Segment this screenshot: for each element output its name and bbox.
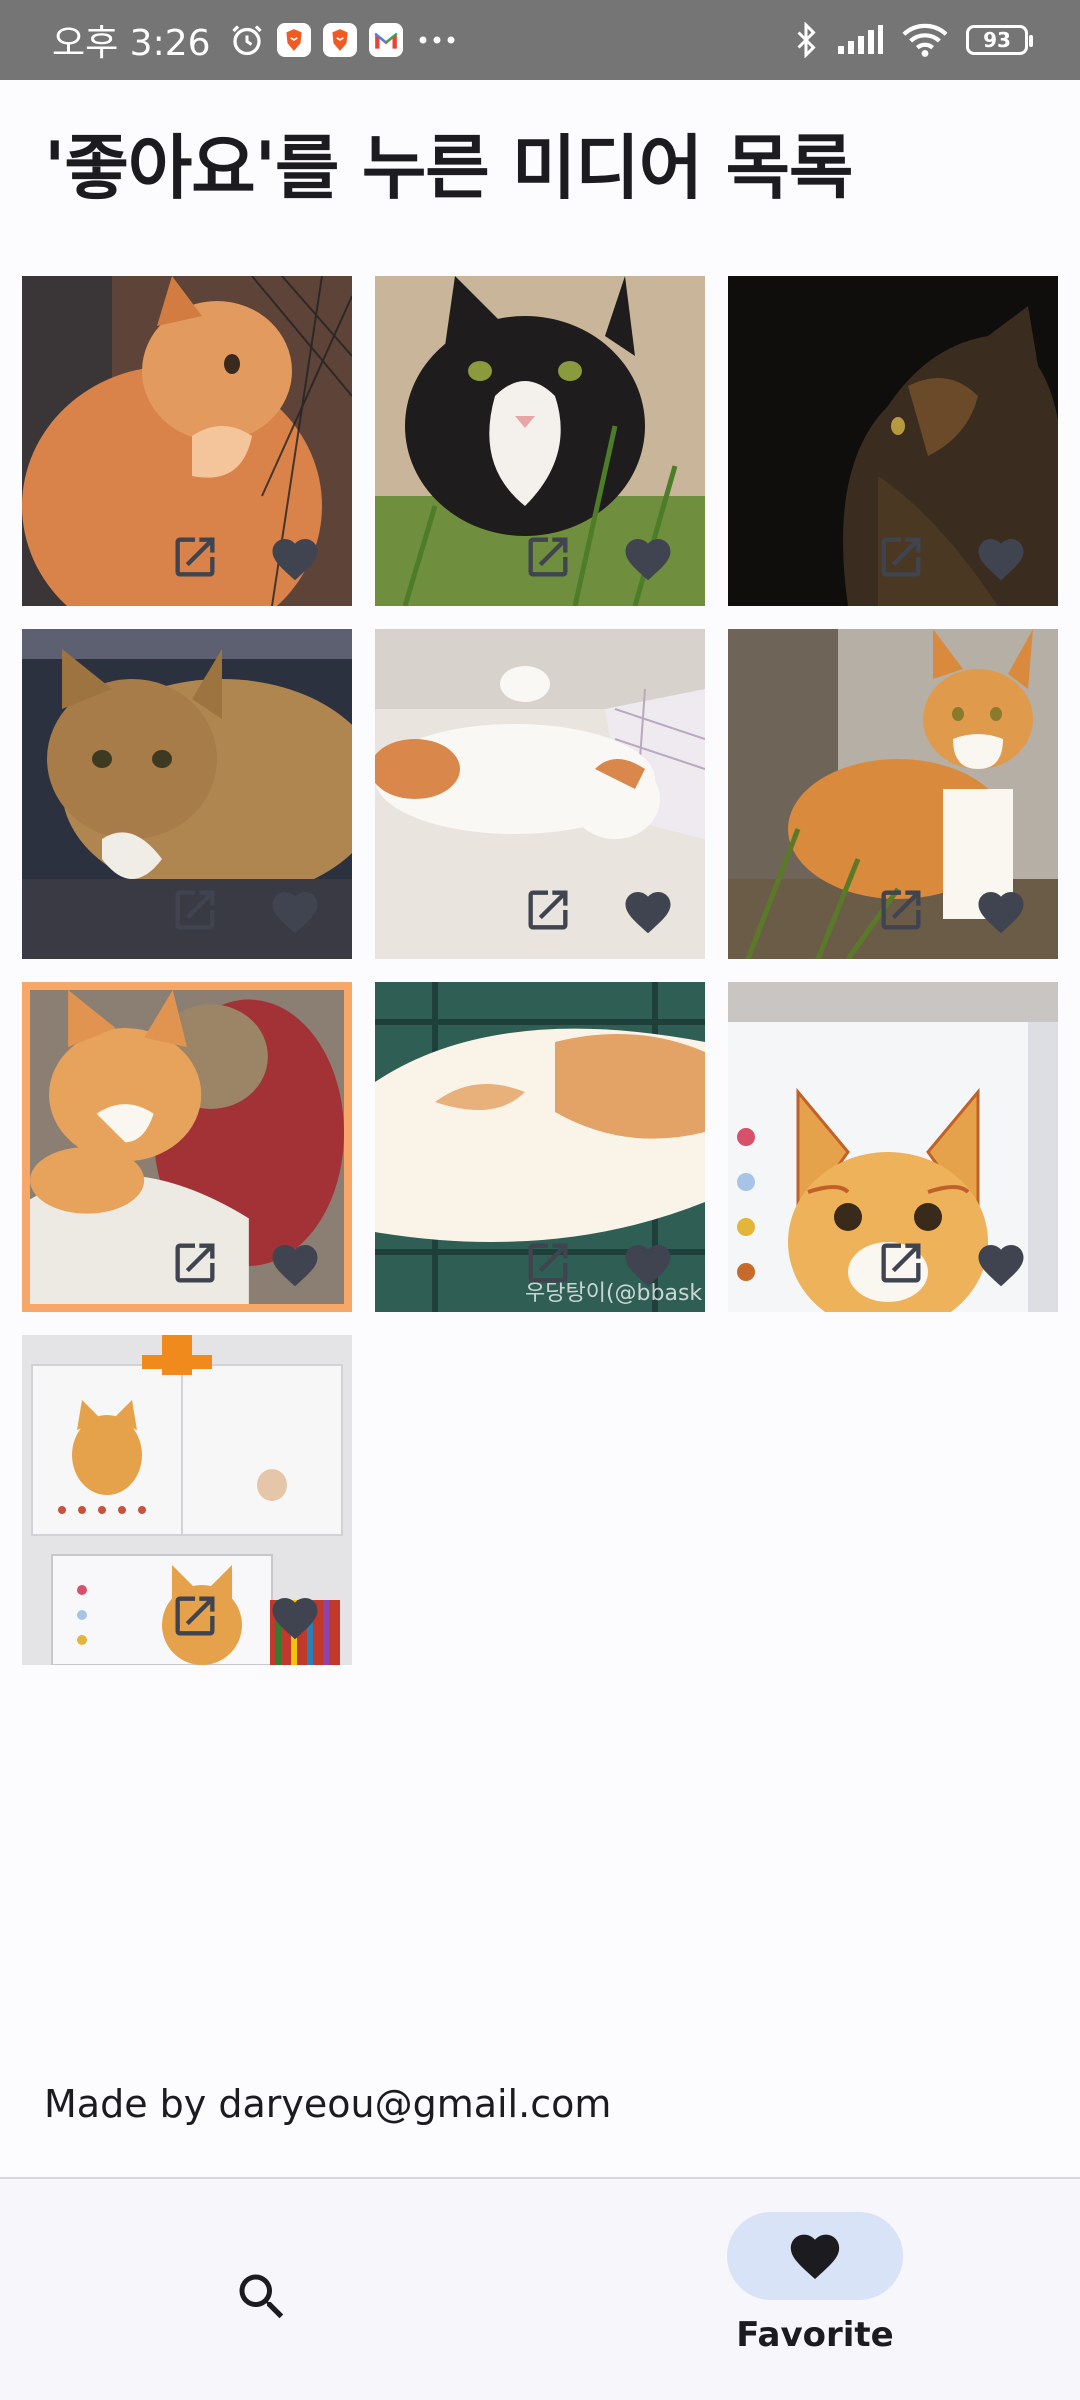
battery-icon: 93 (966, 25, 1033, 55)
open-external-icon[interactable] (168, 883, 222, 937)
open-external-icon[interactable] (168, 530, 222, 584)
search-icon (232, 2267, 292, 2331)
heart-icon[interactable] (268, 883, 322, 937)
heart-icon[interactable] (268, 1236, 322, 1290)
media-tile[interactable] (22, 276, 352, 606)
media-tile[interactable]: 우당탕이(@bbask (375, 982, 705, 1312)
open-external-icon[interactable] (521, 1236, 575, 1290)
page-title: '좋아요'를 누른 미디어 목록 (44, 127, 853, 209)
footer-credit: Made by daryeou@gmail.com (44, 2082, 612, 2126)
nav-favorite-button[interactable] (727, 2212, 903, 2300)
media-tile[interactable] (728, 276, 1058, 606)
open-external-icon[interactable] (168, 1589, 222, 1643)
wifi-icon (902, 22, 948, 58)
open-external-icon[interactable] (521, 883, 575, 937)
open-external-icon[interactable] (874, 883, 928, 937)
heart-icon[interactable] (621, 883, 675, 937)
heart-icon[interactable] (974, 1236, 1028, 1290)
status-bar: 오후 3:26 93 (0, 0, 1080, 80)
heart-icon[interactable] (621, 1236, 675, 1290)
bluetooth-icon (794, 22, 818, 58)
heart-icon[interactable] (268, 530, 322, 584)
media-tile[interactable] (22, 1335, 352, 1665)
brave-icon (322, 23, 357, 57)
signal-icon (836, 24, 884, 56)
nav-search-button[interactable] (222, 2259, 302, 2339)
media-tile-selected[interactable] (22, 982, 352, 1312)
heart-icon[interactable] (974, 530, 1028, 584)
media-tile[interactable] (728, 982, 1058, 1312)
more-dots-icon (415, 34, 459, 46)
bottom-navigation: Favorite (0, 2179, 1080, 2400)
media-grid: 우당탕이(@bbask (22, 276, 1058, 1665)
gmail-icon (368, 23, 403, 57)
open-external-icon[interactable] (168, 1236, 222, 1290)
alarm-icon (229, 22, 265, 58)
heart-icon[interactable] (268, 1589, 322, 1643)
media-tile[interactable] (375, 629, 705, 959)
media-tile[interactable] (375, 276, 705, 606)
open-external-icon[interactable] (521, 530, 575, 584)
heart-icon (786, 2227, 844, 2285)
heart-icon[interactable] (974, 883, 1028, 937)
battery-level: 93 (983, 28, 1011, 52)
nav-favorite-label[interactable]: Favorite (727, 2315, 903, 2355)
open-external-icon[interactable] (874, 530, 928, 584)
status-time: 오후 3:26 (52, 23, 211, 64)
brave-icon (276, 23, 311, 57)
media-tile[interactable] (728, 629, 1058, 959)
heart-icon[interactable] (621, 530, 675, 584)
open-external-icon[interactable] (874, 1236, 928, 1290)
media-tile[interactable] (22, 629, 352, 959)
